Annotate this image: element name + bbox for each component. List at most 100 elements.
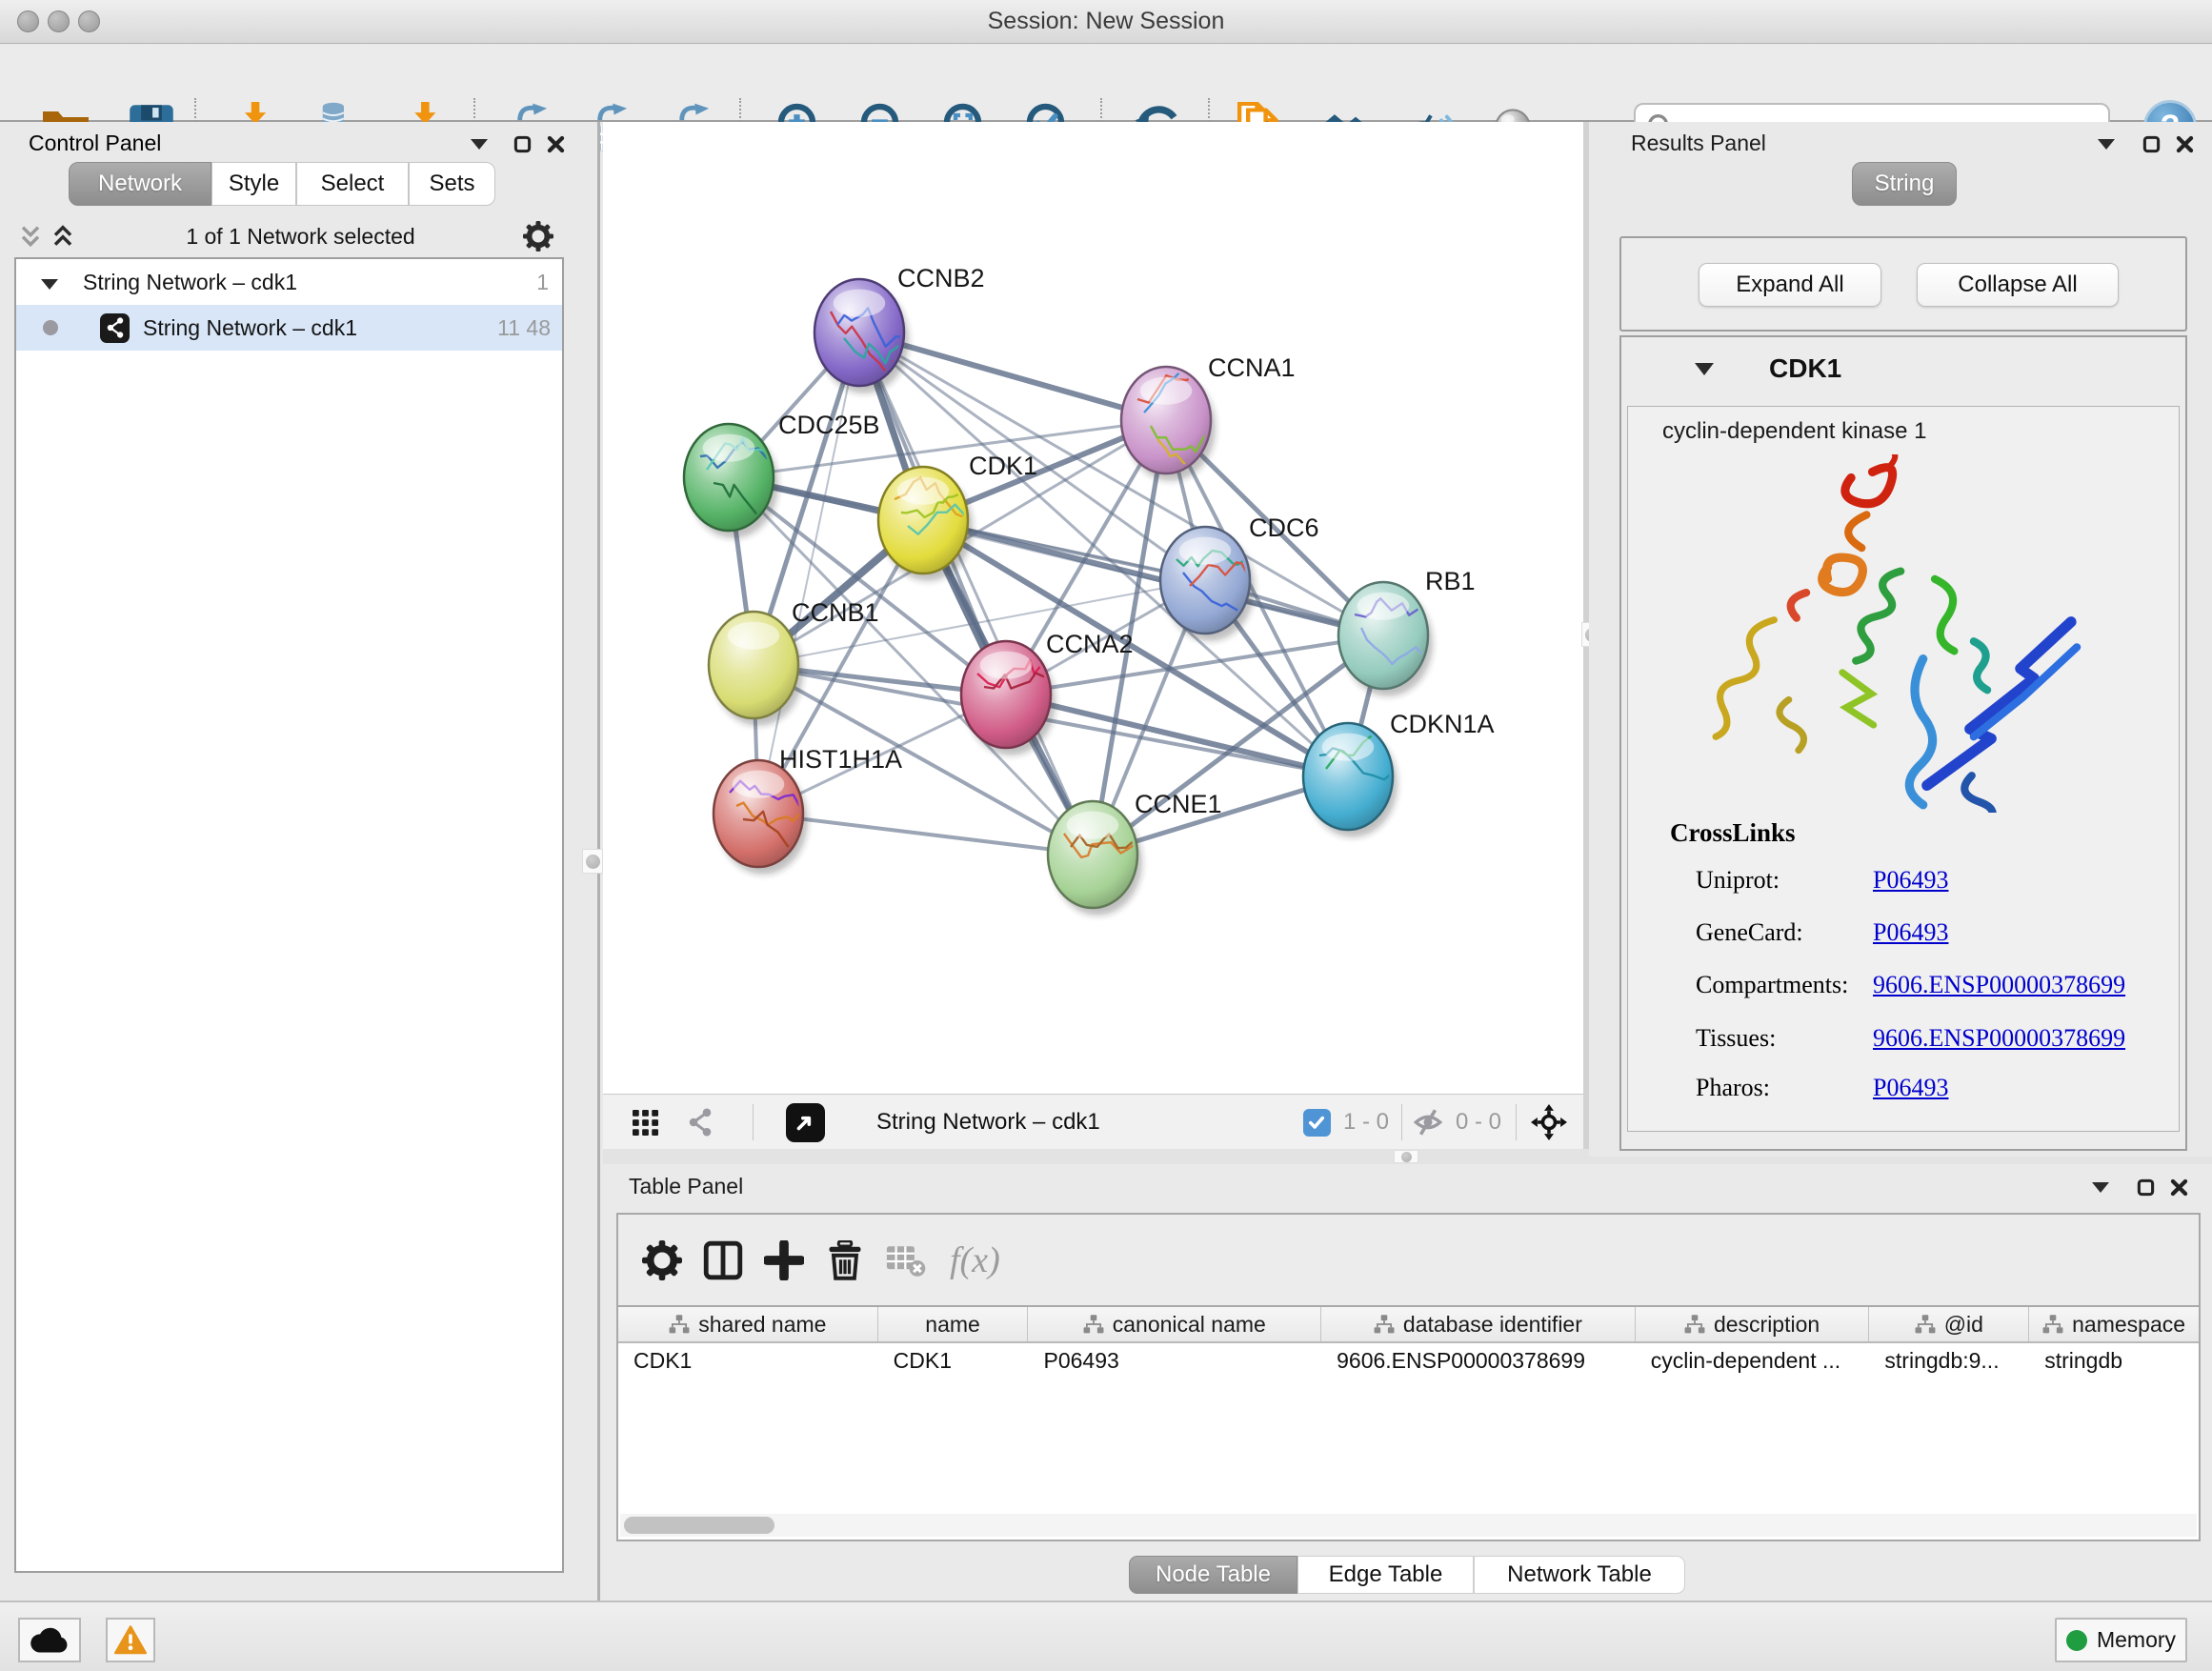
table-panel: Table Panel f(x) shared name name canoni…: [603, 1164, 2212, 1601]
network-node-CDC6[interactable]: [1160, 527, 1264, 641]
expand-all-icon[interactable]: [47, 220, 79, 252]
panel-float-icon[interactable]: [2131, 1173, 2160, 1201]
crosslink-link[interactable]: 9606.ENSP00000378699: [1873, 971, 2125, 999]
panel-float-icon[interactable]: [2137, 130, 2165, 158]
cell-name[interactable]: CDK1: [878, 1343, 1029, 1379]
memory-button[interactable]: Memory: [2055, 1618, 2187, 1662]
tab-select[interactable]: Select: [296, 162, 409, 206]
tab-sets[interactable]: Sets: [409, 162, 495, 206]
panel-menu-icon[interactable]: [465, 130, 493, 158]
network-collection-row[interactable]: String Network – cdk1 1: [16, 259, 562, 305]
column-header[interactable]: description: [1636, 1307, 1870, 1341]
function-builder-icon[interactable]: f(x): [936, 1239, 1000, 1281]
add-column-icon[interactable]: [754, 1235, 814, 1286]
cell-namespace[interactable]: stringdb: [2029, 1343, 2199, 1379]
results-panel-title: Results Panel: [1631, 131, 1766, 156]
table-horizontal-scrollbar[interactable]: [620, 1514, 2197, 1537]
tab-network[interactable]: Network: [69, 162, 211, 206]
node-table: shared name name canonical name database…: [616, 1305, 2201, 1541]
node-label-CDC6: CDC6: [1249, 513, 1319, 542]
panel-menu-icon[interactable]: [2086, 1173, 2115, 1201]
cell-description[interactable]: cyclin-dependent ...: [1636, 1343, 1870, 1379]
network-node-CCNE1[interactable]: [1048, 801, 1142, 916]
cloud-icon: [30, 1626, 69, 1654]
network-list: String Network – cdk1 1 String Network –…: [14, 257, 564, 1573]
cell-shared-name[interactable]: CDK1: [618, 1343, 878, 1379]
birdseye-view-icon[interactable]: [784, 1095, 826, 1150]
crosslink-label: Compartments:: [1696, 971, 1848, 999]
network-overview-icon[interactable]: [681, 1095, 719, 1150]
tab-node-table[interactable]: Node Table: [1129, 1556, 1297, 1594]
grid-view-icon[interactable]: [626, 1095, 664, 1150]
gene-section-header[interactable]: CDK1: [1621, 337, 2185, 400]
network-node-CCNA2[interactable]: [961, 641, 1063, 755]
tab-style[interactable]: Style: [211, 162, 296, 206]
selected-checkbox-icon[interactable]: [1301, 1095, 1332, 1150]
network-node-CCNB1[interactable]: [709, 612, 803, 726]
tab-edge-table[interactable]: Edge Table: [1297, 1556, 1474, 1594]
scrollbar-thumb[interactable]: [624, 1517, 774, 1534]
network-canvas[interactable]: CCNB2CCNA1CDC25BCDK1CDC6RB1CCNB1CCNA2CDK…: [603, 122, 1583, 1094]
fit-content-crosshair-icon[interactable]: [1525, 1095, 1573, 1150]
network-node-CCNA1[interactable]: [1121, 357, 1218, 482]
column-header[interactable]: name: [878, 1307, 1029, 1341]
collapse-all-button[interactable]: Collapse All: [1917, 263, 2119, 307]
network-options-gear-icon[interactable]: [522, 220, 554, 252]
footer-separator: [1401, 1104, 1402, 1140]
table-settings-gear-icon[interactable]: [632, 1235, 693, 1286]
panel-close-icon[interactable]: [541, 130, 570, 158]
manage-columns-icon[interactable]: [693, 1235, 754, 1286]
cell-id[interactable]: stringdb:9...: [1869, 1343, 2029, 1379]
network-edge: [758, 332, 859, 814]
cell-canonical-name[interactable]: P06493: [1028, 1343, 1321, 1379]
collection-expander-icon[interactable]: [16, 270, 83, 295]
network-node-CDKN1A[interactable]: [1303, 723, 1398, 837]
splitter-handle[interactable]: [582, 849, 603, 874]
crosslink-link[interactable]: 9606.ENSP00000378699: [1873, 1024, 2125, 1053]
tab-network-table[interactable]: Network Table: [1474, 1556, 1685, 1594]
network-node-CDC25B[interactable]: [684, 424, 782, 542]
control-panel-title: Control Panel: [29, 131, 161, 156]
table-toolbar: f(x): [616, 1213, 2201, 1305]
column-header[interactable]: canonical name: [1028, 1307, 1321, 1341]
tab-string[interactable]: String: [1852, 162, 1957, 206]
panel-close-icon[interactable]: [2170, 130, 2199, 158]
column-header[interactable]: database identifier: [1321, 1307, 1636, 1341]
panel-menu-icon[interactable]: [2092, 130, 2121, 158]
delete-table-icon[interactable]: [875, 1235, 936, 1286]
hidden-eye-icon[interactable]: [1409, 1095, 1447, 1150]
delete-columns-trash-icon[interactable]: [814, 1235, 875, 1286]
table-row[interactable]: CDK1 CDK1 P06493 9606.ENSP00000378699 cy…: [618, 1343, 2199, 1379]
network-node-RB1[interactable]: [1338, 582, 1433, 696]
warning-icon: [114, 1625, 147, 1655]
network-node-HIST1H1A[interactable]: [714, 760, 823, 875]
collection-count: 1: [524, 270, 562, 295]
panel-float-icon[interactable]: [508, 130, 536, 158]
network-graph: CCNB2CCNA1CDC25BCDK1CDC6RB1CCNB1CCNA2CDK…: [603, 122, 1583, 1094]
network-node-CDK1[interactable]: [878, 467, 984, 581]
crosslink-link[interactable]: P06493: [1873, 1074, 1948, 1102]
warnings-button[interactable]: [106, 1618, 155, 1662]
collection-label: String Network – cdk1: [83, 270, 524, 295]
network-status-dot: [43, 320, 58, 335]
column-header[interactable]: shared name: [618, 1307, 878, 1341]
panel-close-icon[interactable]: [2164, 1173, 2193, 1201]
network-node-CCNB2[interactable]: [814, 279, 917, 393]
node-label-CCNB2: CCNB2: [897, 264, 985, 292]
node-label-CDKN1A: CDKN1A: [1390, 710, 1495, 738]
expand-all-button[interactable]: Expand All: [1699, 263, 1881, 307]
collapse-all-icon[interactable]: [14, 220, 47, 252]
crosslink-link[interactable]: P06493: [1873, 918, 1948, 947]
memory-label: Memory: [2097, 1627, 2176, 1653]
node-label-CDK1: CDK1: [969, 452, 1037, 480]
results-toolbox: Expand All Collapse All: [1619, 236, 2187, 332]
hidden-count: 0 - 0: [1447, 1095, 1510, 1150]
column-header[interactable]: namespace: [2029, 1307, 2199, 1341]
column-header[interactable]: @id: [1869, 1307, 2029, 1341]
network-row[interactable]: String Network – cdk1 11 48: [16, 305, 562, 351]
splitter-handle[interactable]: [1394, 1150, 1418, 1163]
crosslink-link[interactable]: P06493: [1873, 866, 1948, 895]
gene-expander-icon[interactable]: [1695, 363, 1714, 375]
cloud-status-button[interactable]: [18, 1618, 81, 1662]
cell-database-identifier[interactable]: 9606.ENSP00000378699: [1321, 1343, 1636, 1379]
